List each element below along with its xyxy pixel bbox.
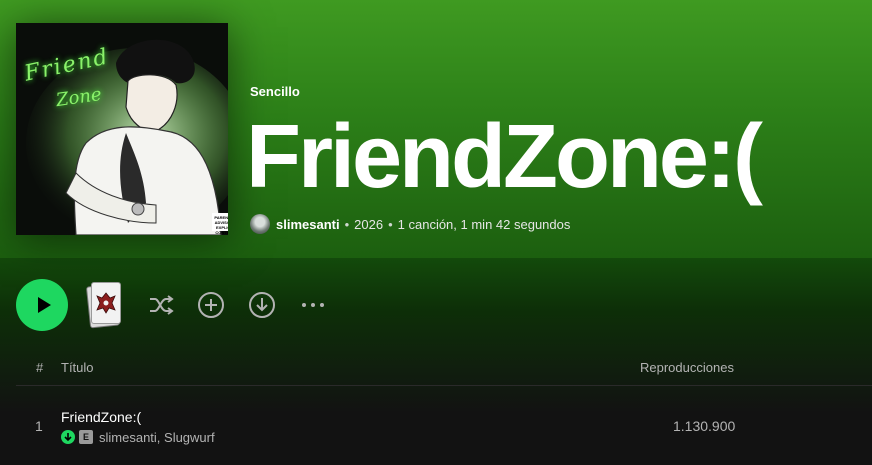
album-meta: slimesanti • 2026 • 1 canción, 1 min 42 … [250,213,570,235]
downloaded-icon [61,430,75,444]
more-options-icon [302,303,324,307]
downloaded-arrow-icon [64,433,72,442]
track-title[interactable]: FriendZone:( [61,409,141,425]
separator-dot: • [388,216,393,232]
release-year: 2026 [354,216,384,232]
track-number: 1 [35,418,43,434]
header-divider [16,385,872,386]
artist-avatar[interactable] [250,214,270,234]
shuffle-icon [150,295,174,315]
album-summary: 1 canción, 1 min 42 segundos [397,216,571,232]
play-icon [37,297,51,313]
track-plays: 1.130.900 [673,418,736,434]
page-title: FriendZone:( [246,107,763,207]
album-cover: Friend Zone PARENTAL ADVISORY EXPLICIT C… [16,23,228,235]
shuffle-button[interactable] [147,291,175,319]
add-to-library-button[interactable] [197,291,225,319]
cover-illustration [16,23,228,235]
more-options-button[interactable] [299,291,327,319]
column-header-title[interactable]: Título [61,360,94,375]
download-button[interactable] [248,291,276,319]
card-art-icon [96,292,116,314]
download-circle-icon [249,292,275,318]
column-header-number: # [36,360,44,375]
preview-card-button[interactable] [85,282,124,329]
track-artists[interactable]: slimesanti, Slugwurf [99,430,215,445]
play-button[interactable] [16,279,68,331]
parental-advisory-label: PARENTAL ADVISORY EXPLICIT CONTENT [212,213,228,235]
separator-dot: • [344,216,350,232]
explicit-badge: E [79,430,93,444]
track-subline: E slimesanti, Slugwurf [61,429,215,445]
artist-link[interactable]: slimesanti [276,217,340,232]
add-circle-icon [198,292,224,318]
table-row[interactable]: 1 FriendZone:( E slimesanti, Slugwurf 1.… [16,399,872,451]
release-type: Sencillo [250,84,300,99]
column-header-plays[interactable]: Reproducciones [640,360,734,375]
